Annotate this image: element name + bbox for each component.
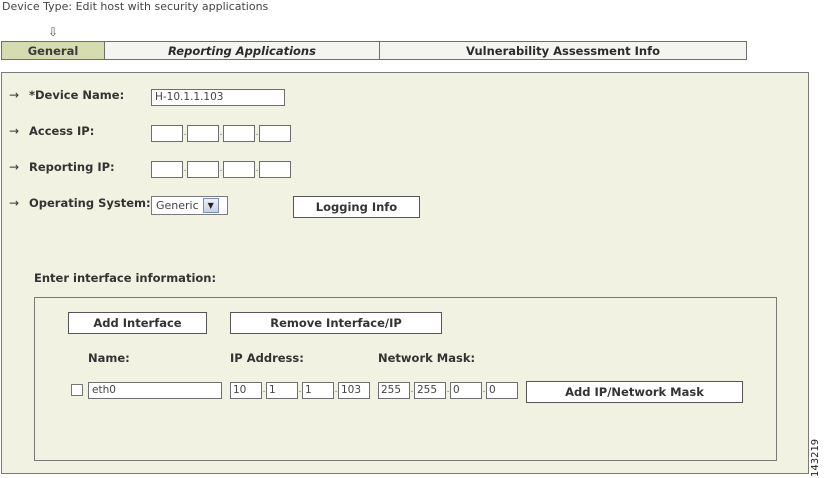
add-ip-network-mask-button-label: Add IP/Network Mask (565, 385, 704, 399)
operating-system-label: Operating System: (29, 196, 151, 210)
device-name-input[interactable]: H-10.1.1.103 (151, 89, 285, 106)
tab-reporting-applications-label: Reporting Applications (168, 43, 316, 58)
tab-vulnerability-assessment-info[interactable]: Vulnerability Assessment Info (380, 42, 746, 59)
reporting-ip-label: Reporting IP: (29, 160, 115, 174)
add-interface-button-label: Add Interface (93, 316, 182, 330)
access-ip-label: Access IP: (29, 124, 95, 138)
operating-system-select[interactable]: Generic ▼ (151, 196, 228, 215)
device-type-line: Device Type: Edit host with security app… (2, 0, 268, 13)
figure-id: 143219 (810, 438, 821, 477)
interface-mask-octet-4[interactable]: 0 (486, 382, 518, 399)
right-arrow-icon: → (9, 88, 20, 102)
column-header-name: Name: (88, 351, 130, 365)
reporting-ip-octet-3[interactable] (223, 161, 255, 178)
interface-mask-octet-1[interactable]: 255 (378, 382, 410, 399)
remove-interface-button[interactable]: Remove Interface/IP (230, 312, 442, 334)
interface-ip-octet-3[interactable]: 1 (302, 382, 334, 399)
right-arrow-icon: → (9, 196, 20, 210)
interface-row-checkbox[interactable] (71, 384, 83, 396)
figure-id-container: 143219 (809, 433, 823, 477)
device-name-label: *Device Name: (29, 88, 125, 102)
reporting-ip-octet-2[interactable] (187, 161, 219, 178)
add-ip-network-mask-button[interactable]: Add IP/Network Mask (526, 381, 743, 403)
column-header-network-mask: Network Mask: (378, 351, 476, 365)
access-ip-octet-4[interactable] (259, 125, 291, 142)
right-arrow-icon: → (9, 160, 20, 174)
logging-info-button-label: Logging Info (315, 200, 398, 214)
access-ip-input-group: . . . (151, 125, 291, 142)
tab-reporting-applications[interactable]: Reporting Applications (105, 42, 380, 59)
interface-ip-input-group: 10 . 1 . 1 . 103 (230, 382, 370, 399)
interface-section-label: Enter interface information: (34, 271, 217, 285)
interface-mask-input-group: 255 . 255 . 0 . 0 (378, 382, 518, 399)
add-interface-button[interactable]: Add Interface (68, 312, 207, 334)
reporting-ip-octet-1[interactable] (151, 161, 183, 178)
remove-interface-button-label: Remove Interface/IP (270, 316, 402, 330)
tab-vulnerability-assessment-info-label: Vulnerability Assessment Info (465, 43, 660, 58)
operating-system-value: Generic (156, 199, 199, 212)
access-ip-octet-3[interactable] (223, 125, 255, 142)
interface-mask-octet-3[interactable]: 0 (450, 382, 482, 399)
interface-ip-octet-1[interactable]: 10 (230, 382, 262, 399)
tab-bar: General Reporting Applications Vulnerabi… (1, 41, 747, 60)
device-type-label: Device Type: (2, 0, 73, 13)
reporting-ip-input-group: . . . (151, 161, 291, 178)
device-type-value: Edit host with security applications (72, 0, 269, 13)
down-arrow-icon: ⇩ (48, 25, 59, 39)
access-ip-octet-2[interactable] (187, 125, 219, 142)
logging-info-button[interactable]: Logging Info (293, 196, 420, 218)
access-ip-octet-1[interactable] (151, 125, 183, 142)
tab-general[interactable]: General (2, 42, 105, 59)
chevron-down-icon[interactable]: ▼ (202, 198, 219, 213)
interface-ip-octet-4[interactable]: 103 (338, 382, 370, 399)
interface-mask-octet-2[interactable]: 255 (414, 382, 446, 399)
tab-general-label: General (27, 43, 79, 58)
interface-name-input[interactable]: eth0 (88, 382, 222, 399)
right-arrow-icon: → (9, 124, 20, 138)
reporting-ip-octet-4[interactable] (259, 161, 291, 178)
interface-ip-octet-2[interactable]: 1 (266, 382, 298, 399)
column-header-ip-address: IP Address: (230, 351, 304, 365)
